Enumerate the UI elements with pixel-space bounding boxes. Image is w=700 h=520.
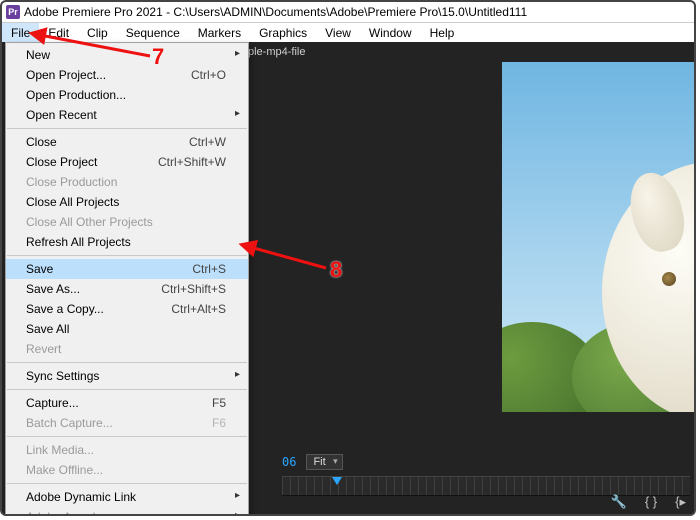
menu-separator — [7, 436, 247, 437]
program-monitor — [502, 62, 696, 412]
file-menu-refresh-all-projects[interactable]: Refresh All Projects — [6, 232, 248, 252]
menu-item-shortcut: Ctrl+O — [191, 68, 226, 82]
menu-item-label: Revert — [26, 342, 226, 356]
titlebar: Pr Adobe Premiere Pro 2021 - C:\Users\AD… — [2, 2, 694, 23]
menu-item-label: Adobe Anywhere — [26, 510, 226, 516]
menu-item-label: Open Recent — [26, 108, 226, 122]
menu-item-shortcut: F6 — [212, 416, 226, 430]
panel-tab[interactable]: ple-mp4-file — [242, 42, 311, 62]
file-menu-save-a-copy[interactable]: Save a Copy...Ctrl+Alt+S — [6, 299, 248, 319]
menu-clip[interactable]: Clip — [78, 23, 117, 43]
menu-file[interactable]: File — [2, 23, 39, 43]
file-menu-close[interactable]: CloseCtrl+W — [6, 132, 248, 152]
menu-item-shortcut: Ctrl+W — [189, 135, 226, 149]
annotation-7: 7 — [152, 44, 164, 70]
menu-item-label: Close — [26, 135, 189, 149]
file-menu-dropdown: New Open Project...Ctrl+O Open Production.… — [5, 42, 249, 516]
menu-item-label: Save a Copy... — [26, 302, 171, 316]
playhead-icon[interactable] — [332, 477, 342, 485]
file-menu-revert: Revert — [6, 339, 248, 359]
bracket-play-icon[interactable]: {▸ — [675, 494, 686, 510]
menu-item-label: Open Production... — [26, 88, 226, 102]
menu-item-label: Link Media... — [26, 443, 226, 457]
menu-item-label: Adobe Dynamic Link — [26, 490, 226, 504]
file-menu-link-media: Link Media... — [6, 440, 248, 460]
app-window: Pr Adobe Premiere Pro 2021 - C:\Users\AD… — [0, 0, 696, 516]
menu-item-label: Save All — [26, 322, 226, 336]
menu-item-shortcut: Ctrl+S — [192, 262, 226, 276]
menu-item-shortcut: Ctrl+Alt+S — [171, 302, 226, 316]
file-menu-close-all-other-projects: Close All Other Projects — [6, 212, 248, 232]
menu-item-shortcut: Ctrl+Shift+W — [158, 155, 226, 169]
menu-item-label: Save — [26, 262, 192, 276]
wrench-icon[interactable]: 🔧 — [611, 494, 627, 510]
file-menu-close-all-projects[interactable]: Close All Projects — [6, 192, 248, 212]
menu-item-label: Refresh All Projects — [26, 235, 226, 249]
file-menu-new[interactable]: New — [6, 45, 248, 65]
timecode-display[interactable]: 06 — [282, 455, 296, 469]
menu-help[interactable]: Help — [421, 23, 464, 43]
menu-graphics[interactable]: Graphics — [250, 23, 316, 43]
file-menu-make-offline: Make Offline... — [6, 460, 248, 480]
status-icons: 🔧 { } {▸ — [611, 494, 686, 510]
menu-separator — [7, 255, 247, 256]
menu-item-shortcut: Ctrl+Shift+S — [161, 282, 226, 296]
menu-item-label: Save As... — [26, 282, 161, 296]
file-menu-batch-capture: Batch Capture...F6 — [6, 413, 248, 433]
window-title: Adobe Premiere Pro 2021 - C:\Users\ADMIN… — [24, 2, 527, 22]
preview-eye — [662, 272, 676, 286]
menu-markers[interactable]: Markers — [189, 23, 250, 43]
file-menu-adobe-dynamic-link[interactable]: Adobe Dynamic Link — [6, 487, 248, 507]
file-menu-open-project[interactable]: Open Project...Ctrl+O — [6, 65, 248, 85]
file-menu-close-project[interactable]: Close ProjectCtrl+Shift+W — [6, 152, 248, 172]
file-menu-sync-settings[interactable]: Sync Settings — [6, 366, 248, 386]
file-menu-close-production: Close Production — [6, 172, 248, 192]
zoom-fit-dropdown[interactable]: Fit — [306, 454, 342, 470]
menu-item-shortcut: F5 — [212, 396, 226, 410]
menu-item-label: New — [26, 48, 226, 62]
file-menu-save-as[interactable]: Save As...Ctrl+Shift+S — [6, 279, 248, 299]
ruler-ticks — [282, 477, 690, 495]
file-menu-save[interactable]: SaveCtrl+S — [6, 259, 248, 279]
menu-item-label: Close All Other Projects — [26, 215, 226, 229]
timecode-row: 06 Fit — [282, 454, 343, 470]
menu-item-label: Close Production — [26, 175, 226, 189]
menu-item-label: Sync Settings — [26, 369, 226, 383]
annotation-8: 8 — [330, 257, 342, 283]
menu-edit[interactable]: Edit — [39, 23, 78, 43]
menu-window[interactable]: Window — [360, 23, 421, 43]
timeline-ruler[interactable] — [282, 476, 690, 496]
menu-view[interactable]: View — [316, 23, 360, 43]
file-menu-open-production[interactable]: Open Production... — [6, 85, 248, 105]
menu-item-label: Capture... — [26, 396, 212, 410]
menu-item-label: Close Project — [26, 155, 158, 169]
menu-separator — [7, 389, 247, 390]
menu-sequence[interactable]: Sequence — [117, 23, 189, 43]
file-menu-open-recent[interactable]: Open Recent — [6, 105, 248, 125]
file-menu-save-all[interactable]: Save All — [6, 319, 248, 339]
menu-separator — [7, 483, 247, 484]
app-icon: Pr — [6, 5, 20, 19]
file-menu-capture[interactable]: Capture...F5 — [6, 393, 248, 413]
file-menu-adobe-anywhere: Adobe Anywhere — [6, 507, 248, 516]
menu-separator — [7, 362, 247, 363]
menu-item-label: Open Project... — [26, 68, 191, 82]
menu-item-label: Close All Projects — [26, 195, 226, 209]
menu-item-label: Make Offline... — [26, 463, 226, 477]
menu-separator — [7, 128, 247, 129]
bracket-icon[interactable]: { } — [645, 494, 657, 510]
menu-item-label: Batch Capture... — [26, 416, 212, 430]
menubar: FileEditClipSequenceMarkersGraphicsViewW… — [2, 23, 694, 44]
